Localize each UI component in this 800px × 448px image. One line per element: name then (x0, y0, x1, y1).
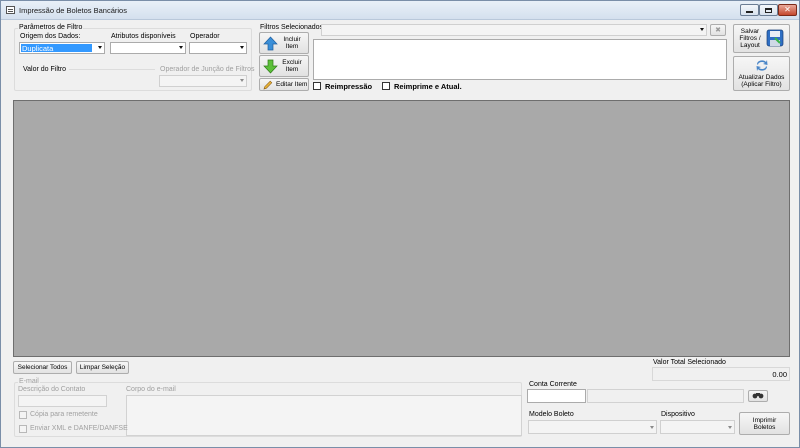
imprimir-boletos-label: Imprimir Boletos (752, 416, 777, 431)
arrow-up-icon (263, 35, 278, 51)
conta-corrente-label: Conta Corrente (529, 381, 577, 388)
excluir-item-label: Excluir Item (282, 59, 302, 73)
salvar-filtros-button[interactable]: Salvar Filtros / Layout (733, 24, 790, 53)
modelo-boleto-label: Modelo Boleto (529, 411, 574, 418)
chevron-down-icon (240, 46, 244, 49)
excluir-item-button[interactable]: Excluir Item (259, 55, 309, 77)
email-title: E-mail (18, 378, 40, 386)
copia-remetente-checkbox[interactable] (19, 411, 27, 419)
binoculars-icon (752, 392, 764, 401)
incluir-item-button[interactable]: Incluir Item (259, 32, 309, 54)
valor-total-value: 0.00 (772, 370, 787, 379)
selected-filters-title: Filtros Selecionados (260, 24, 324, 31)
chevron-down-icon (728, 426, 732, 429)
valor-filtro-line (69, 69, 155, 70)
origem-select[interactable]: Duplicata (19, 42, 105, 54)
arrow-down-icon (263, 59, 278, 74)
selecionar-todos-button[interactable]: Selecionar Todos (13, 361, 72, 374)
origem-label: Origem dos Dados: (20, 33, 81, 40)
chevron-down-icon (240, 79, 244, 82)
filter-params-title: Parâmetros de Filtro (18, 24, 84, 32)
selected-filters-list[interactable] (313, 39, 727, 80)
app-window-icon (6, 6, 15, 14)
delete-icon: ✖ (715, 26, 721, 34)
title-bar: Impressão de Boletos Bancários ✕ (1, 1, 799, 20)
descricao-contato-input[interactable] (18, 395, 107, 407)
atualizar-dados-label: Atualizar Dados (Aplicar Filtro) (738, 74, 785, 88)
conta-corrente-input[interactable] (527, 389, 586, 403)
reimprime-label: Reimprime e Atual. (394, 82, 462, 91)
boletos-grid[interactable] (13, 100, 790, 357)
chevron-down-icon (700, 28, 704, 31)
editar-item-label: Editar Item (276, 81, 308, 88)
close-icon: ✕ (784, 5, 791, 14)
atualizar-dados-button[interactable]: Atualizar Dados (Aplicar Filtro) (733, 56, 790, 91)
corpo-email-label: Corpo do e-mail (126, 386, 176, 393)
chevron-down-icon (98, 46, 102, 49)
reimpressao-label: Reimpressão (325, 82, 373, 91)
maximize-button[interactable] (759, 4, 778, 16)
close-button[interactable]: ✕ (778, 4, 797, 16)
valor-filtro-label: Valor do Filtro (23, 66, 67, 73)
maximize-icon (765, 7, 772, 13)
enviar-xml-label: Enviar XML e DANFE/DANFSE (30, 425, 128, 432)
juncao-label: Operador de Junção de Filtros (160, 66, 255, 73)
copia-remetente-label: Cópia para remetente (30, 411, 98, 418)
chevron-down-icon (650, 426, 654, 429)
imprimir-boletos-button[interactable]: Imprimir Boletos (739, 412, 790, 435)
selecionar-todos-label: Selecionar Todos (17, 364, 68, 371)
corpo-email-input[interactable] (126, 395, 522, 436)
chevron-down-icon (179, 46, 183, 49)
valor-total-field: 0.00 (652, 367, 790, 381)
valor-total-label: Valor Total Selecionado (653, 359, 726, 366)
pencil-icon (263, 80, 273, 90)
atributos-select[interactable] (110, 42, 186, 54)
clear-filter-button[interactable]: ✖ (710, 24, 726, 36)
atributos-label: Atributos disponíveis (111, 33, 176, 40)
conta-corrente-description (587, 389, 744, 403)
search-conta-button[interactable] (748, 390, 768, 402)
main-window: Impressão de Boletos Bancários ✕ Parâmet… (0, 0, 800, 448)
filter-dropdown[interactable] (321, 24, 707, 36)
limpar-selecao-button[interactable]: Limpar Seleção (76, 361, 129, 374)
minimize-button[interactable] (740, 4, 759, 16)
reimpressao-checkbox[interactable] (313, 82, 321, 90)
juncao-select[interactable] (159, 75, 247, 87)
refresh-icon (755, 59, 769, 74)
dispositivo-select[interactable] (660, 420, 735, 434)
operador-label: Operador (190, 33, 220, 40)
reimprime-checkbox[interactable] (382, 82, 390, 90)
window-title: Impressão de Boletos Bancários (19, 6, 127, 15)
editar-item-button[interactable]: Editar Item (259, 78, 309, 91)
limpar-selecao-label: Limpar Seleção (79, 364, 126, 371)
incluir-item-label: Incluir Item (283, 36, 301, 50)
dispositivo-label: Dispositivo (661, 411, 695, 418)
descricao-contato-label: Descrição do Contato (18, 386, 86, 393)
enviar-xml-checkbox[interactable] (19, 425, 27, 433)
minimize-icon (746, 11, 753, 13)
operador-select[interactable] (189, 42, 247, 54)
floppy-disk-icon (766, 29, 784, 49)
salvar-filtros-label: Salvar Filtros / Layout (739, 28, 761, 49)
modelo-boleto-select[interactable] (528, 420, 657, 434)
origem-selected-value: Duplicata (21, 44, 92, 53)
